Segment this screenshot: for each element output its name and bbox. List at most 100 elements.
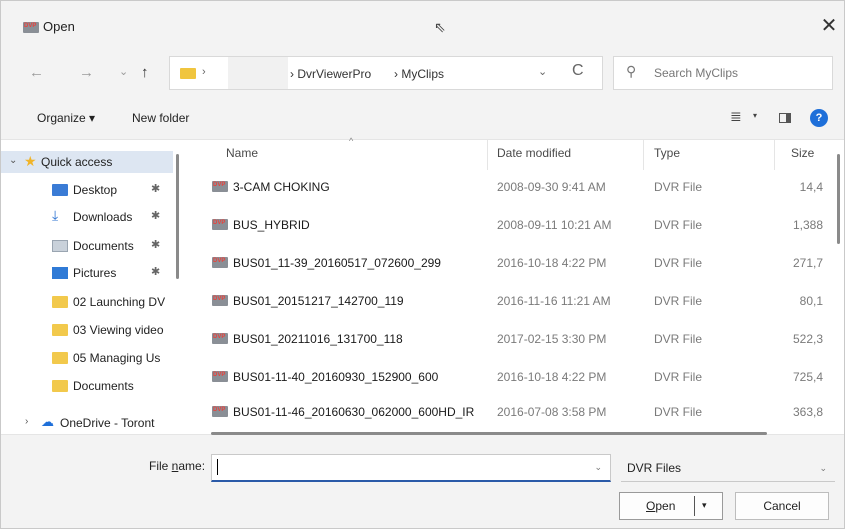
file-date: 2016-11-16 11:21 AM	[497, 294, 611, 308]
file-type: DVR File	[654, 180, 703, 194]
file-name: 3-CAM CHOKING	[233, 180, 330, 194]
chevron-right-icon[interactable]: ›	[25, 416, 28, 427]
title-bar: Open ⇖ ✕	[1, 1, 844, 45]
refresh-icon[interactable]: C	[572, 62, 584, 80]
sidebar-item-label: 02 Launching DV	[73, 295, 166, 309]
close-icon[interactable]: ✕	[817, 14, 841, 38]
documents-icon	[52, 240, 68, 252]
sidebar-item-label: OneDrive - Toront	[60, 416, 155, 430]
file-date: 2008-09-11 10:21 AM	[497, 218, 612, 232]
folder-icon	[52, 296, 68, 308]
column-header-date-modified[interactable]: Date modified	[497, 146, 571, 160]
file-name: BUS01-11-46_20160630_062000_600HD_IR	[233, 405, 475, 419]
chevron-down-icon[interactable]: ⌄	[594, 462, 602, 473]
sidebar-item-03-viewing[interactable]: 03 Viewing video	[1, 319, 173, 341]
sidebar-item-desktop[interactable]: Desktop ✱	[1, 179, 173, 201]
new-folder-button[interactable]: New folder	[132, 111, 189, 125]
recent-locations-icon[interactable]: ⌄	[119, 65, 128, 78]
text-caret	[217, 459, 218, 475]
search-box[interactable]: ⚲	[613, 56, 833, 90]
column-header-type[interactable]: Type	[654, 146, 680, 160]
chevron-down-icon[interactable]: ⌄	[9, 155, 17, 166]
up-arrow-icon[interactable]: ↑	[141, 64, 149, 81]
file-name-field[interactable]: ⌄	[211, 454, 611, 482]
sidebar-item-documents-folder[interactable]: Documents	[1, 375, 173, 397]
sidebar-item-documents[interactable]: Documents ✱	[1, 235, 173, 257]
file-size: 1,388	[792, 218, 823, 232]
sidebar-scrollbar[interactable]	[176, 154, 179, 279]
organize-button[interactable]: Organize ▾	[37, 111, 95, 125]
open-button[interactable]: Open ▾	[619, 492, 723, 520]
view-options-icon[interactable]: ≣	[730, 108, 742, 125]
chevron-down-icon[interactable]: ⌄	[819, 463, 827, 474]
file-size: 14,4	[799, 180, 823, 194]
sidebar-item-label: Desktop	[73, 183, 118, 197]
sidebar-item-02-launching[interactable]: 02 Launching DV	[1, 291, 173, 313]
dvr-file-icon	[212, 219, 228, 230]
sidebar-item-label: 05 Managing Us	[73, 351, 161, 365]
preview-pane-icon[interactable]	[779, 113, 791, 123]
file-type: DVR File	[654, 294, 703, 308]
split-divider	[694, 496, 695, 516]
search-input[interactable]	[652, 65, 826, 81]
breadcrumb-myclips[interactable]: › MyClips	[394, 67, 444, 81]
table-row[interactable]: BUS_HYBRID 2008-09-11 10:21 AM DVR File …	[199, 210, 839, 246]
sidebar-item-label: Pictures	[73, 266, 117, 280]
table-row[interactable]: BUS01_11-39_20160517_072600_299 2016-10-…	[199, 248, 839, 284]
column-divider[interactable]	[643, 140, 644, 170]
sidebar-item-label: Documents	[73, 379, 134, 393]
open-file-dialog: Open ⇖ ✕ ← → ⌄ ↑ › › DvrViewerPro › MyCl…	[0, 0, 845, 529]
file-list-vertical-scrollbar[interactable]	[837, 154, 840, 244]
file-size: 363,8	[792, 405, 823, 419]
navigation-bar: ← → ⌄ ↑ › › DvrViewerPro › MyClips ⌄ C ⚲	[1, 51, 844, 97]
file-date: 2016-10-18 4:22 PM	[497, 370, 607, 384]
folder-icon	[52, 380, 68, 392]
column-header-name[interactable]: Name	[226, 146, 258, 160]
view-dropdown-icon[interactable]: ▾	[753, 111, 757, 120]
navigation-pane: ⌄ ★ Quick access Desktop ✱ ⤓ Downloads ✱…	[1, 140, 187, 434]
file-list: ^ Name Date modified Type Size 3-CAM CHO…	[191, 136, 844, 435]
pin-icon: ✱	[151, 183, 161, 195]
cancel-button[interactable]: Cancel	[735, 492, 829, 520]
dvr-file-icon	[212, 406, 228, 417]
chevron-down-icon[interactable]: ⌄	[538, 65, 547, 78]
file-type: DVR File	[654, 405, 703, 419]
mouse-pointer-icon: ⇖	[434, 19, 446, 35]
dialog-title: Open	[43, 19, 75, 34]
breadcrumb-dvrviewerpro[interactable]: › DvrViewerPro	[290, 67, 371, 81]
help-icon[interactable]: ?	[810, 109, 828, 127]
column-divider[interactable]	[774, 140, 775, 170]
column-header-size[interactable]: Size	[791, 146, 814, 160]
sidebar-item-pictures[interactable]: Pictures ✱	[1, 262, 173, 284]
file-name-label: File name:	[149, 459, 206, 473]
open-options-dropdown-icon[interactable]: ▾	[702, 500, 707, 511]
file-type: DVR File	[654, 332, 703, 346]
table-row[interactable]: 3-CAM CHOKING 2008-09-30 9:41 AM DVR Fil…	[199, 172, 839, 208]
table-row[interactable]: BUS01-11-46_20160630_062000_600HD_IR 201…	[199, 397, 839, 433]
folder-icon	[180, 68, 196, 79]
pin-icon: ✱	[151, 266, 161, 278]
dvr-file-icon	[212, 257, 228, 268]
dvr-file-icon	[212, 181, 228, 192]
column-divider[interactable]	[487, 140, 488, 170]
sidebar-item-label: Quick access	[41, 155, 113, 169]
open-button-label: Open	[646, 499, 676, 513]
table-row[interactable]: BUS01_20211016_131700_118 2017-02-15 3:3…	[199, 324, 839, 360]
file-list-horizontal-scrollbar[interactable]	[211, 432, 767, 435]
sidebar-item-quick-access[interactable]: ⌄ ★ Quick access	[1, 151, 173, 173]
address-bar[interactable]: › › DvrViewerPro › MyClips ⌄ C	[169, 56, 603, 90]
file-type: DVR File	[654, 370, 703, 384]
table-row[interactable]: BUS01_20151217_142700_119 2016-11-16 11:…	[199, 286, 839, 322]
download-icon: ⤓	[52, 207, 59, 223]
forward-arrow-icon[interactable]: →	[79, 64, 94, 81]
file-size: 80,1	[799, 294, 823, 308]
back-arrow-icon[interactable]: ←	[29, 64, 44, 81]
table-row[interactable]: BUS01-11-40_20160930_152900_600 2016-10-…	[199, 362, 839, 398]
file-type-filter[interactable]: DVR Files ⌄	[621, 454, 835, 482]
pictures-icon	[52, 267, 68, 279]
star-icon: ★	[24, 153, 37, 169]
sidebar-item-05-managing[interactable]: 05 Managing Us	[1, 347, 173, 369]
sidebar-item-downloads[interactable]: ⤓ Downloads ✱	[1, 206, 173, 228]
dvr-file-icon	[212, 295, 228, 306]
sidebar-item-onedrive[interactable]: › ☁ OneDrive - Toront	[1, 412, 173, 434]
